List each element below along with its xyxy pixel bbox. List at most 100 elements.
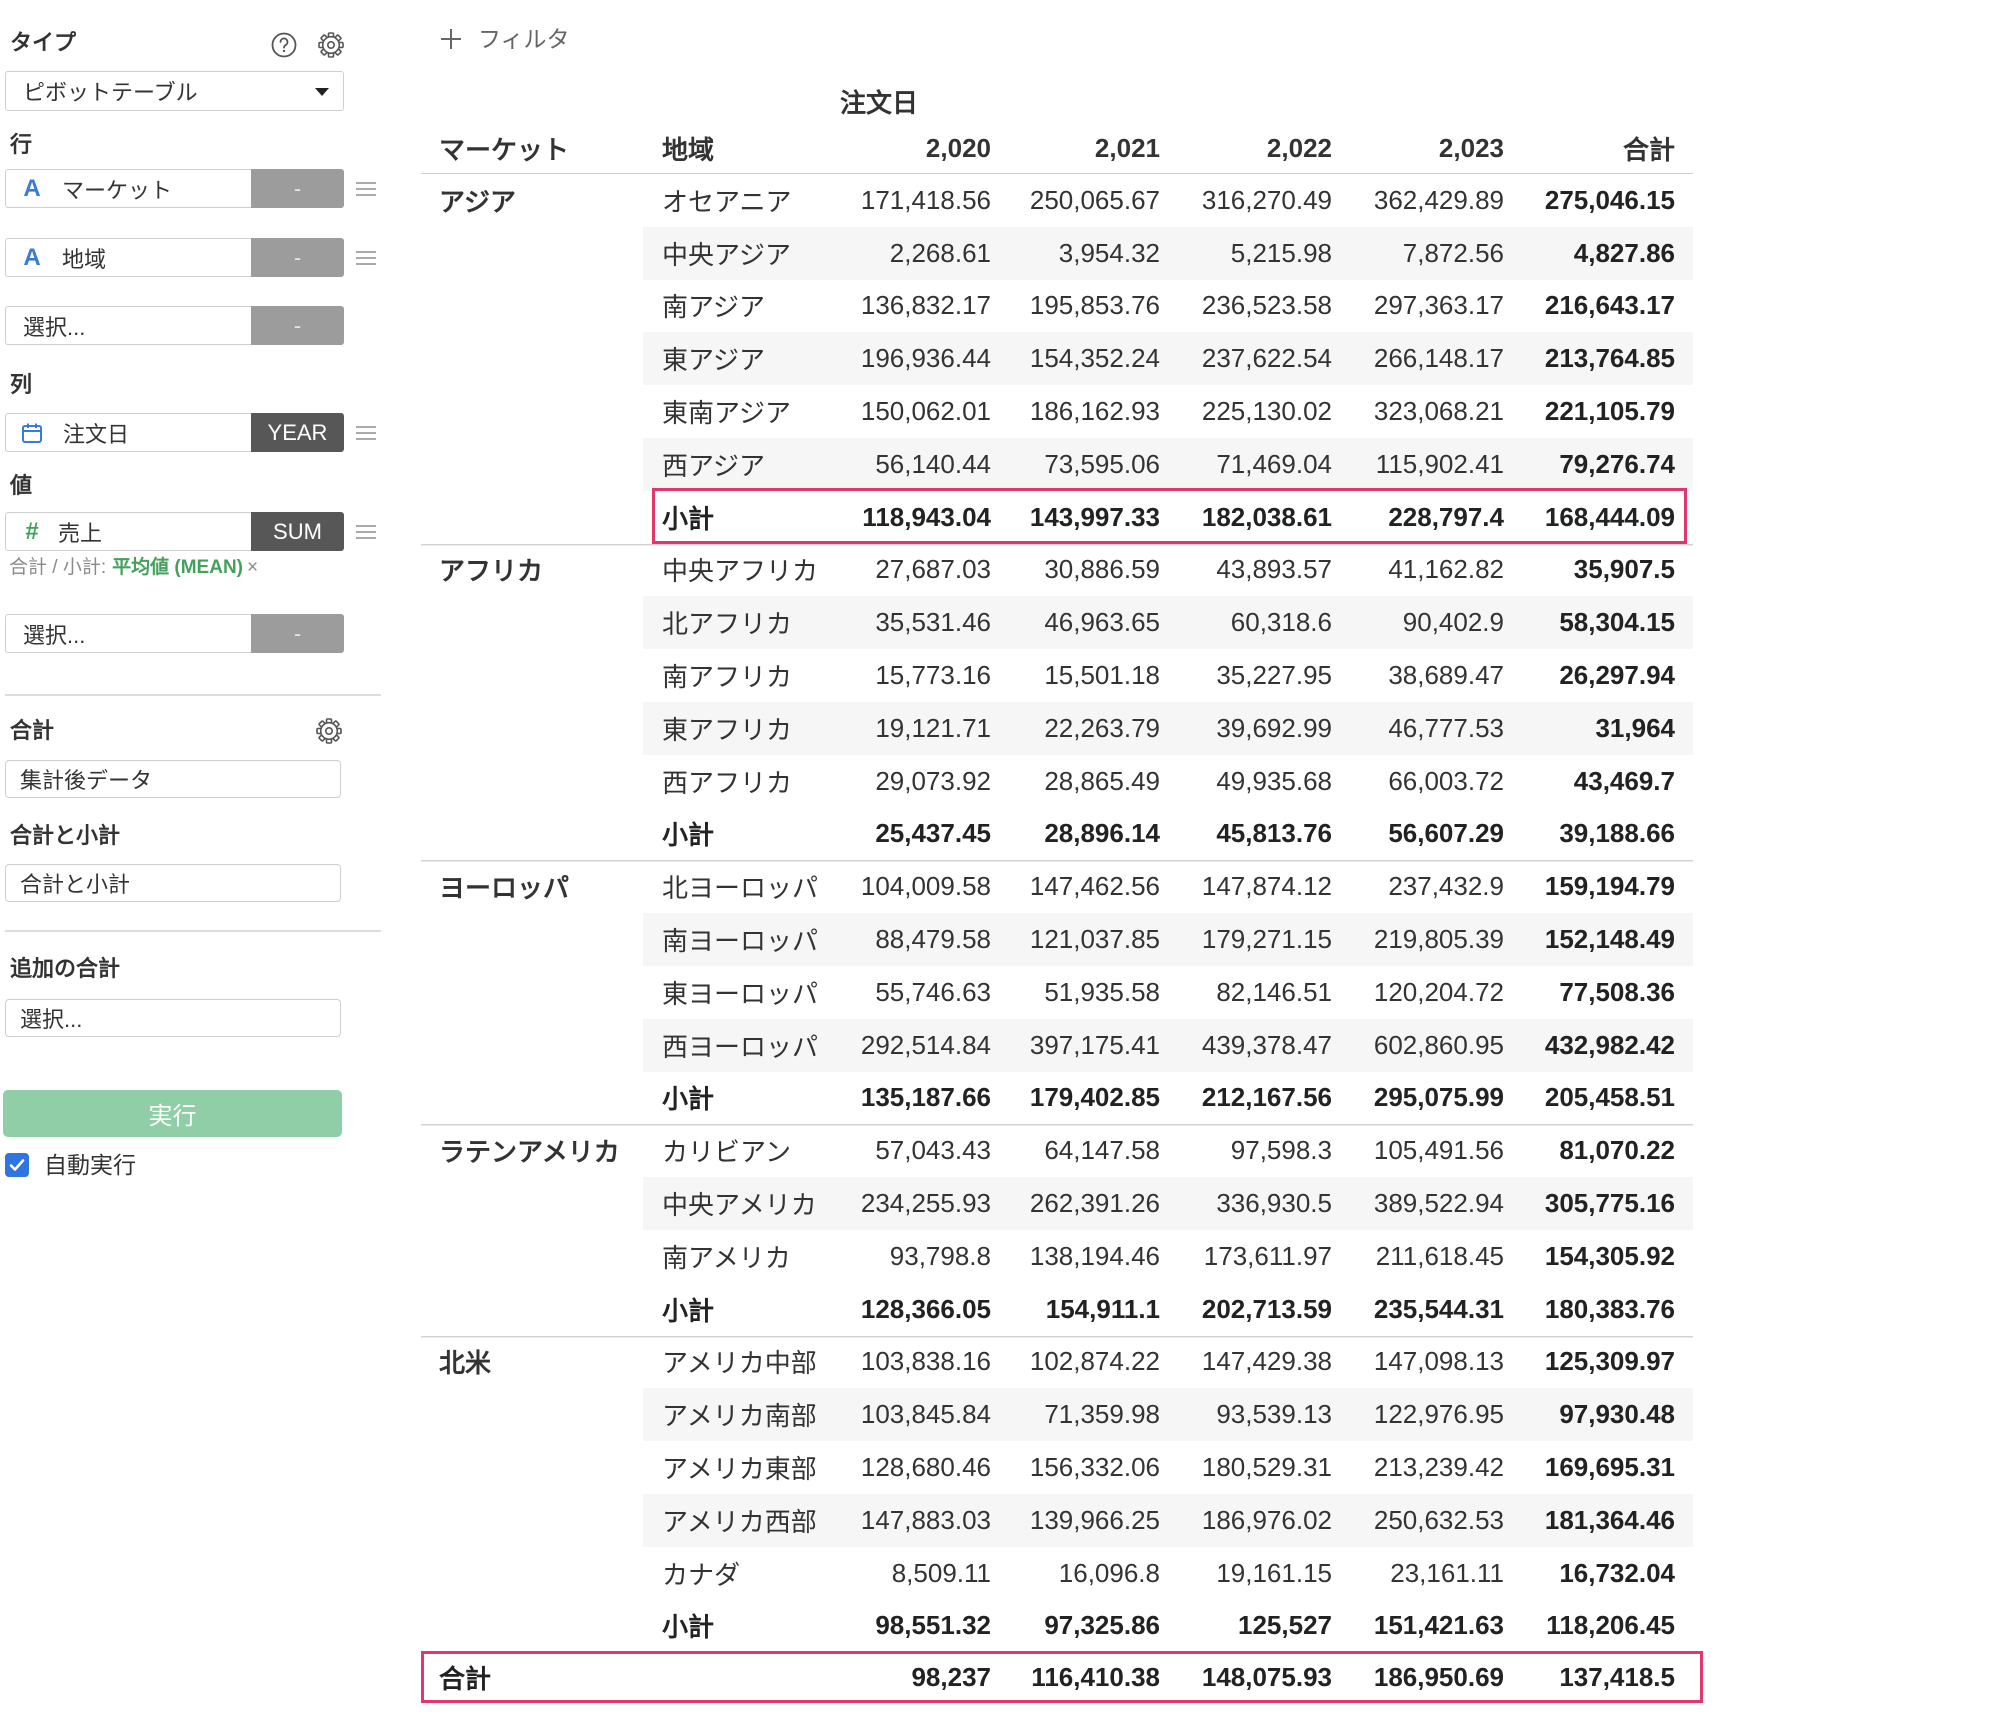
value-cell: 389,522.94 (1345, 1177, 1517, 1230)
drag-handle-icon[interactable] (356, 426, 376, 440)
value-cell: 35,227.95 (1216, 660, 1332, 691)
market-cell (421, 755, 643, 808)
market-cell: ラテンアメリカ (439, 1137, 620, 1168)
value-cell: 147,874.12 (1201, 871, 1332, 902)
row-field-region-option-button[interactable]: - (251, 238, 344, 277)
gear-icon[interactable] (315, 717, 343, 745)
value-cell: 266,148.17 (1345, 332, 1517, 386)
gear-icon[interactable] (317, 31, 345, 59)
type-select[interactable]: ピボットテーブル (5, 71, 344, 111)
table-row: 西ヨーロッパ 292,514.84 397,175.41 439,378.47 602,… (421, 1018, 1693, 1072)
row-total-cell: 181,364.46 (1517, 1493, 1693, 1547)
value-cell: 135,187.66 (860, 1082, 991, 1113)
subtotal-label: 小計 (662, 1084, 715, 1115)
column-field-order-date-name[interactable]: 注文日 (5, 413, 251, 452)
auto-run-checkbox[interactable] (5, 1153, 29, 1177)
values-label: 値 (10, 473, 33, 498)
row-total-cell: 26,297.94 (1559, 660, 1675, 691)
row-field-select[interactable]: 選択... - (5, 306, 344, 345)
close-icon[interactable]: × (247, 557, 258, 578)
value-field-select-input[interactable]: 選択... (5, 614, 251, 653)
value-cell: 60,318.6 (1173, 596, 1345, 650)
region-cell: 東南アジア (662, 398, 791, 429)
row-total-cell: 118,206.45 (1546, 1610, 1675, 1641)
string-type-icon: A (23, 174, 41, 202)
drag-handle-icon[interactable] (356, 525, 376, 539)
field-label: 注文日 (63, 421, 130, 447)
row-total-cell: 16,732.04 (1559, 1557, 1675, 1588)
row-field-market-name[interactable]: A マーケット (5, 169, 251, 208)
value-cell: 15,773.16 (875, 660, 991, 691)
totals-and-subtotals-select[interactable]: 合計と小計 (5, 864, 341, 902)
value-cell: 71,469.04 (1173, 437, 1345, 491)
auto-run-label[interactable]: 自動実行 (44, 1151, 136, 1179)
value-cell: 336,930.5 (1173, 1177, 1345, 1230)
aggregation-button[interactable]: SUM (251, 512, 344, 551)
grand-total-row: 合計 98,237 116,410.38 148,075.93 186,950.69 13… (421, 1652, 1693, 1703)
value-cell: 439,378.47 (1173, 1018, 1345, 1072)
value-cell: 104,009.58 (860, 871, 991, 902)
table-row: 東アジア 196,936.44 154,352.24 237,622.54 266,14… (421, 332, 1693, 386)
region-cell: 東アジア (643, 332, 838, 386)
value-cell: 28,865.49 (1044, 765, 1160, 796)
table-row: ヨーロッパ 北ヨーロッパ 104,009.58 147,462.56 147,874.1… (421, 860, 1693, 914)
date-unit-button[interactable]: YEAR (251, 413, 344, 452)
value-cell: 179,402.85 (1029, 1082, 1160, 1113)
market-cell (421, 227, 643, 280)
total-aggregation-value[interactable]: 平均値 (MEAN) (112, 557, 243, 578)
value-cell: 23,161.11 (1390, 1557, 1504, 1588)
market-cell (421, 1441, 643, 1494)
market-cell: アフリカ (439, 556, 544, 587)
row-field-region[interactable]: A 地域 - (5, 238, 344, 277)
row-total-cell: 58,304.15 (1517, 596, 1693, 650)
market-cell (421, 385, 643, 438)
market-cell (421, 596, 643, 649)
column-field-order-date[interactable]: 注文日 YEAR (5, 413, 344, 452)
subtotal-row: 小計 118,943.04 143,997.33 182,038.61 228,797.… (421, 491, 1693, 544)
value-cell: 120,204.72 (1373, 976, 1504, 1007)
value-cell: 147,098.13 (1373, 1346, 1504, 1377)
row-total-cell: 168,444.09 (1544, 501, 1675, 532)
value-cell: 186,976.02 (1173, 1493, 1345, 1547)
value-cell: 202,713.59 (1201, 1293, 1332, 1324)
value-field-select-option-button[interactable]: - (251, 614, 344, 653)
type-label: タイプ (10, 30, 77, 55)
value-field-select[interactable]: 選択... - (5, 614, 344, 653)
value-cell: 235,544.31 (1373, 1293, 1504, 1324)
row-field-market-option-button[interactable]: - (251, 169, 344, 208)
additional-totals-select[interactable]: 選択... (5, 999, 341, 1037)
value-cell: 115,902.41 (1345, 437, 1517, 491)
value-cell: 147,429.38 (1201, 1346, 1332, 1377)
value-cell: 136,832.17 (860, 290, 991, 321)
type-select-value: ピボットテーブル (23, 80, 198, 105)
table-row: 東ヨーロッパ 55,746.63 51,935.58 82,146.51 120,204… (421, 966, 1693, 1019)
value-cell: 97,325.86 (1044, 1610, 1160, 1641)
row-total-cell: 125,309.97 (1544, 1346, 1675, 1377)
row-field-region-name[interactable]: A 地域 (5, 238, 251, 277)
drag-handle-icon[interactable] (356, 251, 376, 265)
table-row: 西アフリカ 29,073.92 28,865.49 49,935.68 66,003.7… (421, 755, 1693, 808)
add-filter-button[interactable]: フィルタ (441, 25, 570, 53)
value-cell: 154,911.1 (1045, 1293, 1160, 1324)
row-field-select-input[interactable]: 選択... (5, 306, 251, 345)
config-sidebar: タイプ ピボットテーブル 行 A マーケット - A 地域 - 選択... - … (0, 0, 390, 1200)
value-field-sales[interactable]: # 売上 SUM (5, 512, 344, 551)
market-cell (421, 438, 643, 491)
market-cell (421, 1600, 643, 1653)
row-total-cell: 31,964 (1517, 701, 1693, 755)
drag-handle-icon[interactable] (356, 182, 376, 196)
totals-source-select[interactable]: 集計後データ (5, 760, 341, 798)
run-button[interactable]: 実行 (3, 1090, 342, 1137)
market-cell: ヨーロッパ (439, 873, 570, 904)
value-cell: 55,746.63 (875, 976, 991, 1007)
row-field-select-option-button[interactable]: - (251, 306, 344, 345)
subtotal-label: 小計 (662, 503, 715, 534)
table-header-row: マーケット 地域 2,020 2,021 2,022 2,023 合計 (421, 124, 1693, 174)
row-total-cell: 154,305.92 (1544, 1240, 1675, 1271)
value-cell: 56,140.44 (838, 437, 1004, 491)
row-total-cell: 180,383.76 (1544, 1293, 1675, 1324)
value-cell: 82,146.51 (1216, 976, 1332, 1007)
help-icon[interactable] (270, 31, 298, 59)
value-field-sales-name[interactable]: # 売上 (5, 512, 251, 551)
row-field-market[interactable]: A マーケット - (5, 169, 344, 208)
